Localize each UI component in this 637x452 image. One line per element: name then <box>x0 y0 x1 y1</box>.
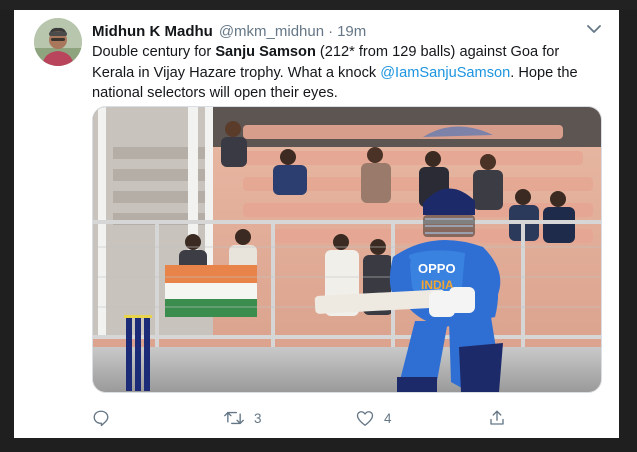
retweet-button[interactable]: 3 <box>224 409 356 427</box>
avatar[interactable] <box>34 18 82 66</box>
tweet-text-bold-name: Sanju Samson <box>215 44 316 60</box>
author-name[interactable]: Midhun K Madhu <box>92 23 213 40</box>
tweet-image[interactable]: OPPO INDIA <box>92 106 602 393</box>
retweet-icon <box>224 411 244 425</box>
heart-icon <box>356 410 374 426</box>
share-icon <box>490 410 504 425</box>
separator-dot: · <box>328 22 334 40</box>
chevron-down-icon[interactable] <box>585 20 603 38</box>
tweet-timestamp[interactable]: 19m <box>337 23 366 40</box>
tweet-text-part-1: Double century for <box>92 44 216 60</box>
share-button[interactable] <box>488 409 506 427</box>
tweet-actions: 3 4 <box>92 408 592 428</box>
author-handle[interactable]: @mkm_midhun <box>219 23 324 40</box>
reply-button[interactable] <box>92 409 224 427</box>
reply-icon <box>93 410 109 427</box>
retweet-count: 3 <box>254 410 262 426</box>
jersey-sponsor-text: OPPO <box>418 261 456 276</box>
window-frame <box>0 0 637 10</box>
like-button[interactable]: 4 <box>356 410 488 427</box>
tweet-text: Double century for Sanju Samson (212* fr… <box>92 42 602 104</box>
like-count: 4 <box>384 410 392 426</box>
tweet-card[interactable]: Midhun K Madhu @mkm_midhun · 19m Double … <box>14 10 619 438</box>
tweet-header: Midhun K Madhu @mkm_midhun · 19m <box>92 20 595 42</box>
mention-link[interactable]: @IamSanjuSamson <box>380 65 510 81</box>
